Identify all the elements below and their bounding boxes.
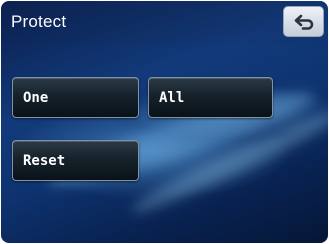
protect-one-button[interactable]: One — [12, 77, 139, 118]
reset-button[interactable]: Reset — [12, 140, 139, 181]
title-bar: Protect — [1, 1, 328, 45]
protect-all-label: All — [159, 89, 185, 106]
screen-title: Protect — [11, 12, 67, 31]
protect-one-label: One — [23, 89, 49, 106]
back-button[interactable] — [283, 6, 324, 37]
reset-label: Reset — [23, 152, 66, 169]
return-arrow-icon — [294, 14, 313, 30]
protect-all-button[interactable]: All — [148, 77, 273, 118]
protect-screen: Protect One All Reset — [1, 1, 328, 243]
